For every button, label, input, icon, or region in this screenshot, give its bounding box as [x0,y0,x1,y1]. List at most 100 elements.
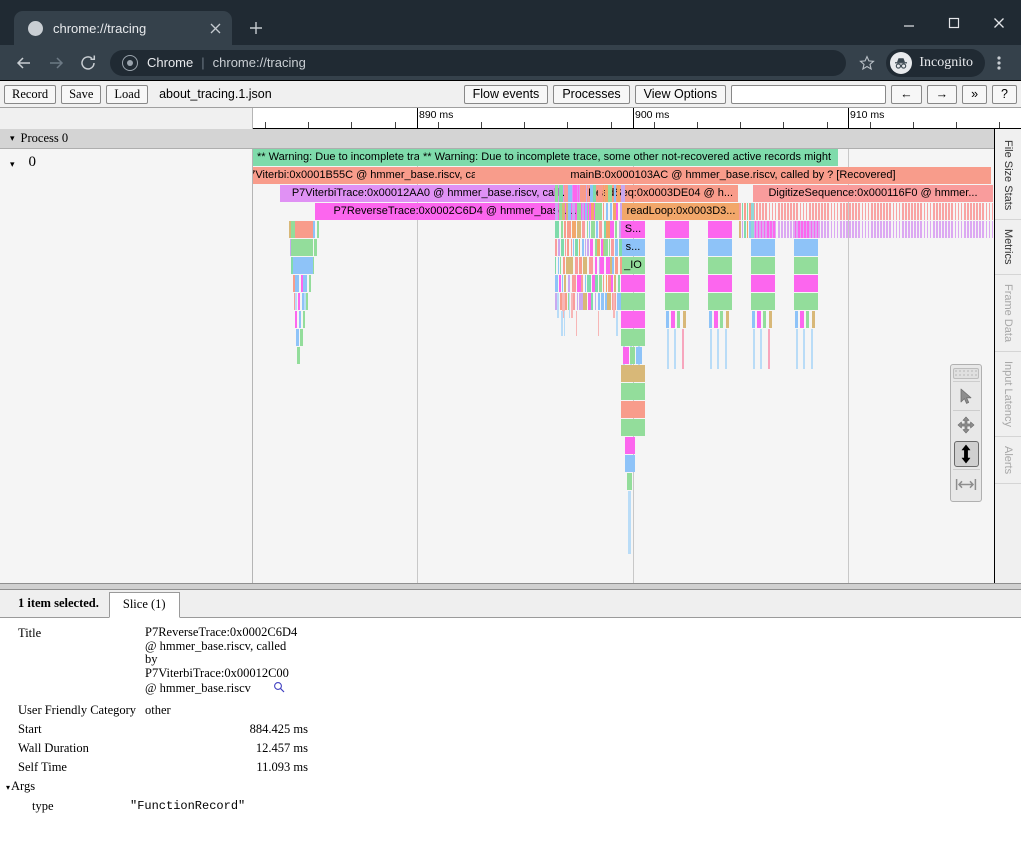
trace-slice[interactable] [917,203,919,220]
trace-slice[interactable] [555,257,556,274]
profile-chip[interactable]: Incognito [886,49,985,77]
trace-slice[interactable] [772,203,774,220]
trace-slice[interactable] [751,239,775,256]
trace-slice[interactable] [843,203,845,220]
trace-slice[interactable] [621,275,645,292]
trace-slice[interactable] [587,275,591,292]
trace-slice[interactable] [562,203,565,220]
trace-slice[interactable]: P7Viterbi:0x0001B55C @ hmmer_base.riscv,… [253,167,507,184]
trace-slice[interactable] [751,221,754,238]
trace-slice[interactable] [578,185,579,202]
trace-slice[interactable] [889,221,891,238]
trace-slice[interactable] [955,221,957,238]
trace-slice[interactable] [958,203,960,220]
trace-slice[interactable] [710,329,712,369]
trace-slice[interactable] [561,311,563,336]
trace-slice[interactable] [617,185,620,202]
side-tab-metrics[interactable]: Metrics [995,220,1021,274]
trace-slice[interactable] [571,293,573,318]
trace-slice[interactable] [577,203,581,220]
trace-slice[interactable] [295,293,297,310]
trace-slice[interactable] [763,311,766,328]
trace-slice[interactable] [299,311,301,328]
trace-slice[interactable] [561,221,563,238]
trace-slice[interactable] [615,221,617,238]
trace-slice[interactable] [818,221,820,238]
trace-slice[interactable] [605,185,608,202]
trace-slice[interactable] [608,185,612,202]
trace-slice[interactable] [567,239,569,256]
trace-slice[interactable] [986,203,988,220]
trace-slice[interactable] [739,221,741,238]
trace-slice[interactable] [924,203,926,220]
trace-slice[interactable] [620,257,622,274]
trace-slice[interactable] [849,221,851,238]
trace-slice[interactable] [753,329,755,369]
close-icon[interactable] [206,19,224,37]
trace-slice[interactable] [930,203,932,220]
trace-slice[interactable] [607,293,611,310]
trace-slice[interactable] [787,203,789,220]
drag-grip[interactable] [953,368,979,379]
trace-slice[interactable] [806,221,808,238]
trace-slice[interactable] [793,221,795,238]
trace-slice[interactable] [627,473,632,490]
trace-slice[interactable] [295,275,299,292]
trace-slice[interactable] [619,239,623,256]
trace-slice[interactable] [575,239,578,256]
trace-slice[interactable] [924,221,926,238]
trace-slice[interactable] [628,491,631,554]
trace-slice[interactable] [874,221,876,238]
trace-slice[interactable] [555,203,558,220]
trace-slice[interactable] [914,221,916,238]
trace-slice[interactable] [886,203,888,220]
trace-slice[interactable] [576,311,578,336]
trace-slice[interactable]: readLoop:0x0003D3... [621,203,741,220]
trace-slice[interactable] [300,329,302,346]
trace-slice[interactable] [939,203,941,220]
trace-slice[interactable] [759,203,761,220]
trace-slice[interactable] [899,221,901,238]
trace-slice[interactable] [769,221,771,238]
trace-slice[interactable] [747,203,749,220]
trace-slice[interactable] [585,275,586,292]
trace-slice[interactable] [751,257,775,274]
trace-slice[interactable] [739,203,741,220]
trace-slice[interactable] [951,221,953,238]
trace-slice[interactable] [886,221,888,238]
four-way-arrow-icon[interactable] [953,410,980,439]
trace-slice[interactable] [889,203,891,220]
trace-slice[interactable] [665,275,689,292]
trace-slice[interactable] [800,203,802,220]
trace-slice[interactable] [747,221,749,238]
bookmark-star-icon[interactable] [852,48,882,78]
side-tab-input-latency[interactable]: Input Latency [995,352,1021,437]
trace-slice[interactable] [794,239,818,256]
trace-slice[interactable] [591,221,595,238]
trace-slice[interactable] [563,257,566,274]
trace-slice[interactable] [803,203,805,220]
trace-slice[interactable] [306,293,308,310]
trace-slice[interactable] [772,221,774,238]
trace-slice[interactable] [579,293,583,310]
new-tab-button[interactable] [242,14,270,42]
panel-splitter[interactable] [0,583,1021,590]
trace-slice[interactable] [599,275,602,292]
trace-slice[interactable] [621,293,645,310]
trace-slice[interactable] [784,203,786,220]
trace-slice[interactable] [560,257,562,274]
trace-slice[interactable] [597,239,600,256]
trace-slice[interactable] [893,203,895,220]
trace-slice[interactable] [756,221,758,238]
trace-slice[interactable] [598,293,601,310]
trace-slice[interactable] [610,221,613,238]
trace-slice[interactable] [793,203,795,220]
trace-slice[interactable] [976,203,978,220]
trace-slice[interactable] [824,221,826,238]
trace-slice[interactable] [855,221,857,238]
trace-slice[interactable] [762,203,764,220]
trace-slice[interactable] [581,275,584,292]
forward-arrow-icon[interactable] [40,47,72,79]
trace-slice[interactable] [595,293,596,310]
navigation-widget[interactable] [950,364,982,502]
